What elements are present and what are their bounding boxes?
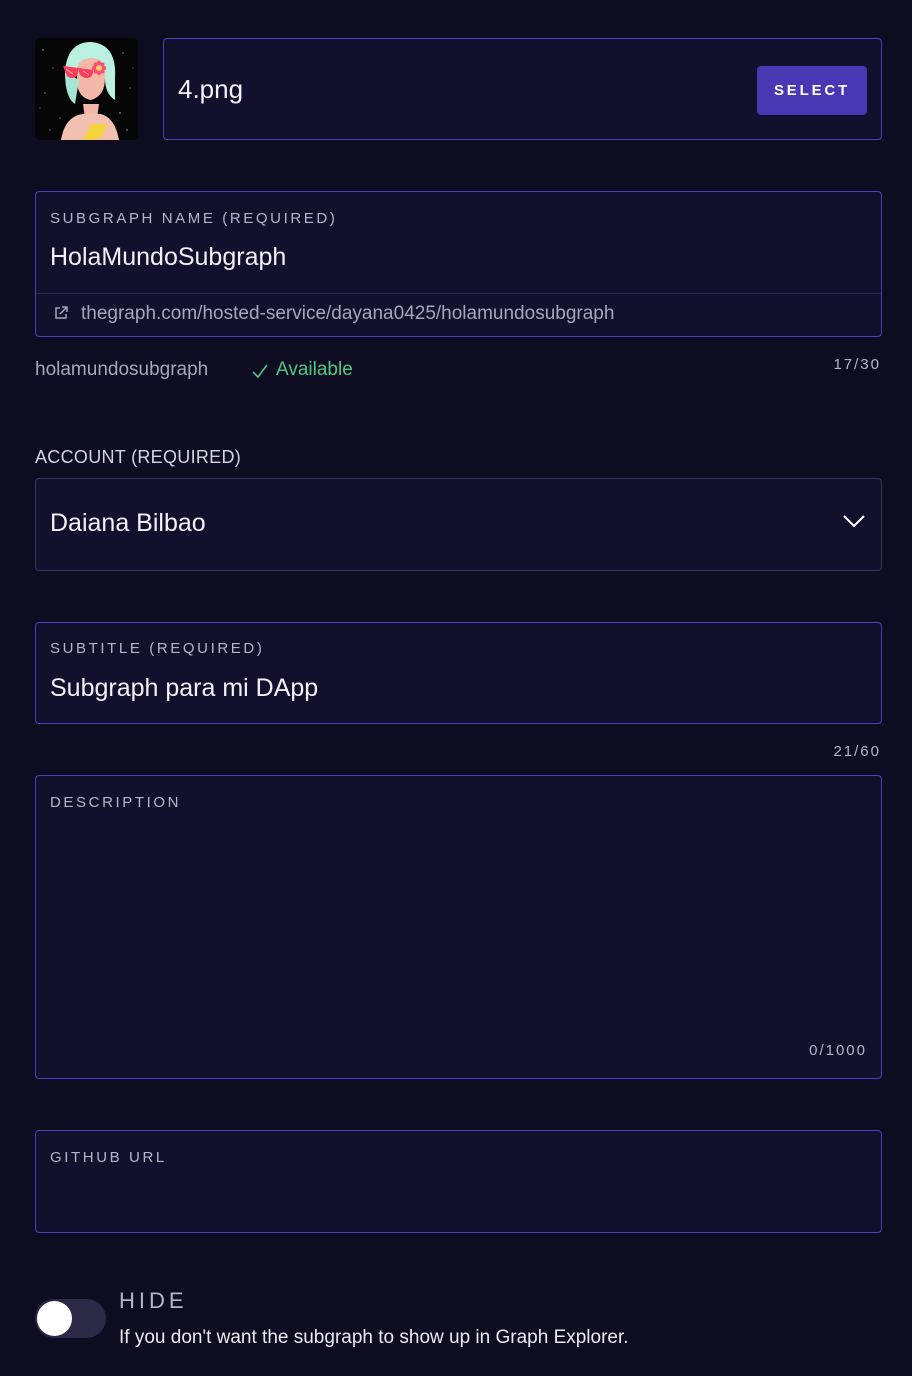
github-url-label: GITHUB URL xyxy=(50,1149,167,1166)
image-file-name: 4.png xyxy=(178,74,244,104)
subgraph-url-link[interactable]: thegraph.com/hosted-service/dayana0425/h… xyxy=(81,303,614,325)
subtitle-input[interactable]: Subgraph para mi DApp xyxy=(50,674,318,703)
description-label: DESCRIPTION xyxy=(50,794,182,811)
subgraph-slug: holamundosubgraph xyxy=(35,359,209,380)
external-link-icon[interactable] xyxy=(52,304,70,322)
subtitle-field[interactable] xyxy=(35,622,882,724)
select-image-button[interactable]: SELECT xyxy=(757,66,867,115)
github-url-field[interactable] xyxy=(35,1130,882,1233)
subtitle-label: SUBTITLE (REQUIRED) xyxy=(50,640,265,657)
check-icon xyxy=(250,361,270,381)
subgraph-image-preview xyxy=(35,38,138,140)
subtitle-char-count: 21/60 xyxy=(833,743,881,760)
account-label: ACCOUNT (REQUIRED) xyxy=(35,447,242,467)
name-url-divider xyxy=(36,293,881,294)
availability-status: Available xyxy=(276,359,353,380)
hide-title: HIDE xyxy=(119,1288,188,1313)
subgraph-name-label: SUBGRAPH NAME (REQUIRED) xyxy=(50,210,338,227)
subgraph-name-input[interactable]: HolaMundoSubgraph xyxy=(50,243,286,272)
hide-description: If you don't want the subgraph to show u… xyxy=(119,1327,629,1348)
subgraph-name-char-count: 17/30 xyxy=(833,356,881,373)
account-selected-value[interactable]: Daiana Bilbao xyxy=(50,509,206,538)
description-char-count: 0/1000 xyxy=(809,1042,867,1059)
toggle-knob xyxy=(37,1301,72,1336)
description-field[interactable] xyxy=(35,775,882,1079)
chevron-down-icon[interactable] xyxy=(842,513,866,529)
hide-toggle[interactable] xyxy=(35,1299,106,1338)
